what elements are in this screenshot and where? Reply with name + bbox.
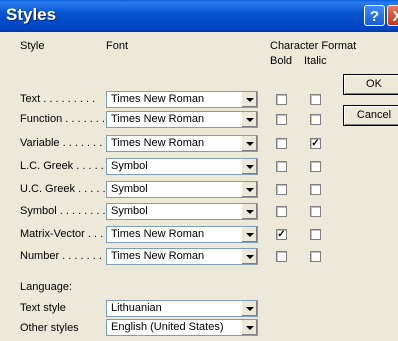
bold-checkbox-lc-greek[interactable] bbox=[276, 161, 287, 172]
check-icon: ✓ bbox=[311, 138, 320, 149]
other-styles-select[interactable]: English (United States) bbox=[106, 319, 258, 336]
font-select-lc-greek[interactable]: Symbol bbox=[106, 158, 258, 175]
help-button[interactable]: ? bbox=[364, 5, 385, 26]
language-heading: Language: bbox=[20, 281, 72, 293]
bold-checkbox-matrix-vector[interactable]: ✓ bbox=[276, 229, 287, 240]
check-icon: ✓ bbox=[277, 229, 286, 240]
italic-checkbox-symbol[interactable] bbox=[310, 206, 321, 217]
text-style-label: Text style bbox=[20, 302, 66, 314]
style-label-function: Function . . . . . . . bbox=[20, 113, 105, 125]
style-label-variable: Variable . . . . . . . bbox=[20, 137, 103, 149]
character-format-header: Character Format bbox=[270, 40, 357, 52]
font-select-text[interactable]: Times New Roman bbox=[106, 91, 258, 108]
font-select-function[interactable]: Times New Roman bbox=[106, 111, 258, 128]
style-column-header: Style bbox=[20, 40, 45, 52]
font-select-uc-greek[interactable]: Symbol bbox=[106, 181, 258, 198]
chevron-down-icon[interactable] bbox=[241, 301, 257, 316]
italic-checkbox-number[interactable] bbox=[310, 251, 321, 262]
italic-checkbox-variable[interactable]: ✓ bbox=[310, 138, 321, 149]
font-select-value: Times New Roman bbox=[111, 250, 205, 262]
text-style-value: Lithuanian bbox=[111, 302, 162, 314]
chevron-down-icon[interactable] bbox=[241, 112, 257, 127]
font-select-value: Times New Roman bbox=[111, 137, 205, 149]
ok-button[interactable]: OK bbox=[343, 74, 398, 95]
italic-checkbox-lc-greek[interactable] bbox=[310, 161, 321, 172]
italic-checkbox-matrix-vector[interactable] bbox=[310, 229, 321, 240]
styles-dialog: Styles ? X Style Font Character Format B… bbox=[0, 0, 398, 341]
title-bar: Styles ? X bbox=[0, 0, 398, 32]
style-label-lc-greek: L.C. Greek . . . . . bbox=[20, 160, 104, 172]
chevron-down-icon[interactable] bbox=[241, 92, 257, 107]
italic-checkbox-text[interactable] bbox=[310, 94, 321, 105]
font-select-value: Symbol bbox=[111, 205, 148, 217]
font-select-value: Symbol bbox=[111, 183, 148, 195]
italic-column-header: Italic bbox=[304, 55, 327, 67]
italic-checkbox-function[interactable] bbox=[310, 114, 321, 125]
bold-checkbox-function[interactable] bbox=[276, 114, 287, 125]
chevron-down-icon[interactable] bbox=[241, 320, 257, 335]
style-label-matrix-vector: Matrix-Vector . . . . bbox=[20, 228, 110, 240]
chevron-down-icon[interactable] bbox=[241, 159, 257, 174]
bold-column-header: Bold bbox=[270, 55, 293, 67]
italic-checkbox-uc-greek[interactable] bbox=[310, 184, 321, 195]
text-style-select[interactable]: Lithuanian bbox=[106, 300, 258, 317]
close-button[interactable]: X bbox=[387, 5, 398, 26]
chevron-down-icon[interactable] bbox=[241, 249, 257, 264]
window-title: Styles bbox=[6, 5, 57, 24]
style-label-text: Text . . . . . . . . . bbox=[20, 93, 96, 105]
chevron-down-icon[interactable] bbox=[241, 182, 257, 197]
font-select-matrix-vector[interactable]: Times New Roman bbox=[106, 226, 258, 243]
font-select-variable[interactable]: Times New Roman bbox=[106, 135, 258, 152]
font-select-value: Times New Roman bbox=[111, 93, 205, 105]
style-label-symbol: Symbol . . . . . . . . bbox=[20, 205, 106, 217]
font-select-value: Times New Roman bbox=[111, 228, 205, 240]
bold-checkbox-uc-greek[interactable] bbox=[276, 184, 287, 195]
bold-checkbox-number[interactable] bbox=[276, 251, 287, 262]
chevron-down-icon[interactable] bbox=[241, 227, 257, 242]
other-styles-label: Other styles bbox=[20, 322, 79, 334]
chevron-down-icon[interactable] bbox=[241, 136, 257, 151]
cancel-button[interactable]: Cancel bbox=[343, 105, 398, 126]
font-select-value: Symbol bbox=[111, 160, 148, 172]
font-select-number[interactable]: Times New Roman bbox=[106, 248, 258, 265]
font-select-symbol[interactable]: Symbol bbox=[106, 203, 258, 220]
bold-checkbox-text[interactable] bbox=[276, 94, 287, 105]
chevron-down-icon[interactable] bbox=[241, 204, 257, 219]
style-label-number: Number . . . . . . . . bbox=[20, 250, 109, 262]
other-styles-value: English (United States) bbox=[111, 321, 224, 333]
font-column-header: Font bbox=[106, 40, 129, 52]
bold-checkbox-variable[interactable] bbox=[276, 138, 287, 149]
font-select-value: Times New Roman bbox=[111, 113, 205, 125]
style-label-uc-greek: U.C. Greek . . . . . bbox=[20, 183, 106, 195]
bold-checkbox-symbol[interactable] bbox=[276, 206, 287, 217]
